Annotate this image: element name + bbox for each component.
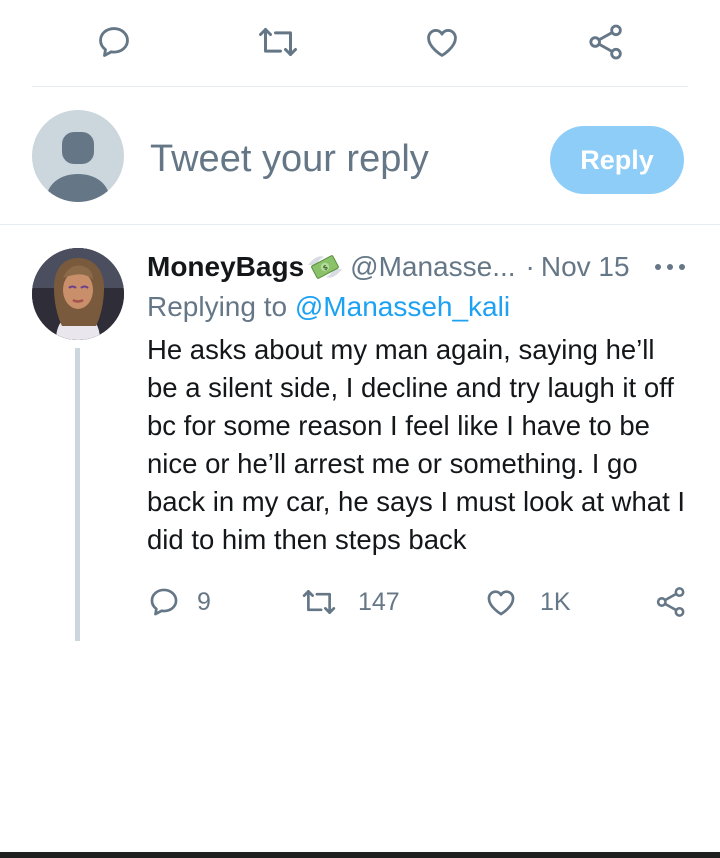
like-action[interactable]: 1K (484, 582, 571, 622)
top-divider (32, 86, 688, 87)
separator-dot: · (525, 251, 535, 282)
default-avatar (32, 110, 124, 202)
share-icon-button[interactable] (584, 20, 628, 64)
user-handle[interactable]: @Manasse... (350, 251, 515, 283)
reply-button[interactable]: Reply (550, 126, 684, 194)
replying-to-label: Replying to (147, 291, 295, 322)
retweet-action[interactable]: 147 (300, 582, 400, 622)
share-icon (656, 587, 685, 617)
reply-count: 9 (197, 587, 211, 616)
compose-divider (0, 224, 720, 225)
like-icon (487, 590, 515, 616)
reply-icon (99, 27, 129, 57)
reply-input[interactable] (150, 136, 530, 182)
replying-to-line: Replying to @Manasseh_kali (147, 291, 510, 323)
share-action[interactable] (654, 582, 688, 622)
more-options-icon[interactable] (650, 255, 690, 279)
bottom-edge-bar (0, 852, 720, 858)
user-avatar[interactable] (32, 248, 124, 340)
reply-action[interactable]: 9 (147, 582, 211, 622)
display-name[interactable]: MoneyBags (147, 251, 304, 283)
share-icon (589, 24, 622, 60)
retweet-count: 147 (358, 587, 400, 616)
money-with-wings-icon: $ (306, 251, 344, 283)
tweet-header: MoneyBags $ @Manasse... · Nov 15 (147, 249, 630, 285)
like-count: 1K (540, 587, 571, 616)
timestamp[interactable]: Nov 15 (541, 251, 630, 283)
tweet-text: He asks about my man again, saying he’ll… (147, 334, 685, 555)
like-icon (427, 29, 457, 57)
like-icon-button[interactable] (420, 20, 464, 64)
retweet-icon (259, 28, 297, 56)
retweet-icon (302, 590, 336, 614)
reply-icon (150, 588, 178, 616)
thread-line (75, 348, 80, 641)
reply-icon-button[interactable] (92, 20, 136, 64)
retweet-icon-button[interactable] (254, 20, 302, 64)
replying-to-mention[interactable]: @Manasseh_kali (295, 291, 510, 322)
